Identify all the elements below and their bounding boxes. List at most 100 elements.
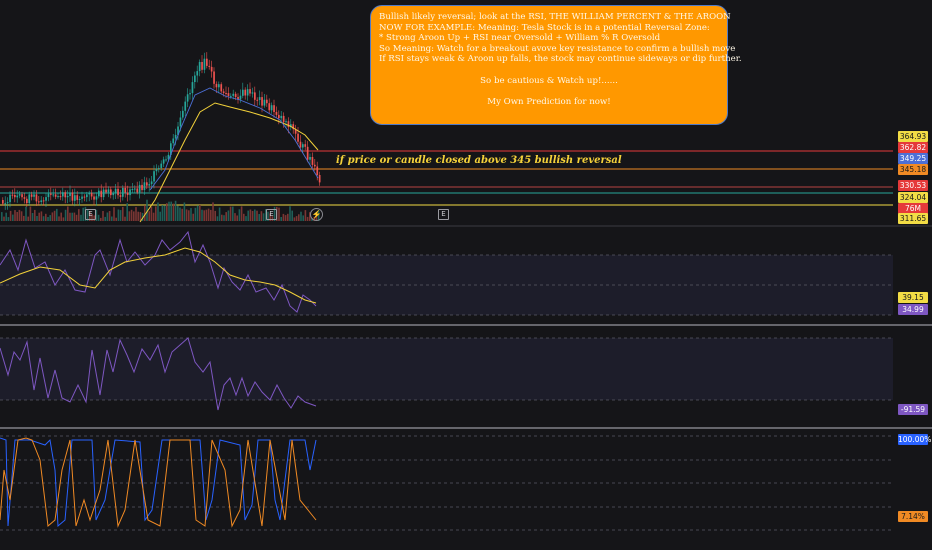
volume-bar bbox=[97, 214, 100, 221]
volume-bar bbox=[218, 207, 221, 221]
volume-bar bbox=[223, 215, 225, 221]
volume-bar bbox=[181, 208, 183, 221]
aroon-down-line bbox=[0, 437, 317, 528]
volume-bar bbox=[122, 206, 124, 221]
note-line: If RSI stays weak & Aroon up falls, the … bbox=[379, 54, 742, 65]
candle bbox=[78, 199, 81, 200]
candle bbox=[54, 194, 57, 197]
volume-bar bbox=[60, 212, 62, 221]
candle bbox=[100, 190, 103, 198]
volume-bar bbox=[67, 206, 69, 221]
volume-bar bbox=[113, 207, 115, 221]
candle bbox=[189, 93, 191, 95]
candle bbox=[318, 175, 321, 183]
candle bbox=[182, 110, 184, 118]
price-label: 345.18 bbox=[898, 164, 928, 175]
volume-bar bbox=[51, 212, 54, 221]
candle bbox=[2, 200, 4, 204]
candle bbox=[285, 121, 287, 123]
candle bbox=[162, 159, 165, 164]
aroon-up-label: 100.00% bbox=[898, 434, 932, 445]
candle bbox=[138, 184, 141, 193]
volume-bar bbox=[130, 209, 133, 221]
volume-bar bbox=[174, 200, 177, 221]
candle bbox=[172, 138, 175, 144]
candle bbox=[148, 184, 151, 186]
candle bbox=[266, 99, 268, 104]
candle bbox=[153, 171, 155, 182]
volume-bar bbox=[73, 212, 76, 221]
volume-bar bbox=[298, 214, 300, 221]
candle bbox=[184, 101, 187, 111]
volume-bar bbox=[172, 203, 175, 221]
volume-bar bbox=[295, 216, 298, 221]
volume-bar bbox=[16, 212, 18, 221]
volume-bar bbox=[278, 207, 280, 221]
volume-bar bbox=[282, 213, 285, 221]
analysis-note[interactable]: Bullish likely reversal; look at the RSI… bbox=[370, 5, 742, 125]
candle bbox=[194, 75, 196, 82]
candle bbox=[282, 115, 285, 123]
volume-bar bbox=[58, 216, 60, 221]
volume-bar bbox=[139, 212, 142, 221]
volume-bar bbox=[128, 211, 131, 221]
candle bbox=[186, 94, 189, 102]
candle bbox=[242, 89, 244, 96]
candle bbox=[191, 82, 194, 94]
candle bbox=[117, 188, 119, 196]
volume-bar bbox=[64, 209, 67, 221]
lightning-icon[interactable]: ⚡ bbox=[310, 208, 323, 221]
moving-average-line bbox=[149, 87, 319, 191]
earnings-marker[interactable]: E bbox=[438, 209, 449, 220]
volume-bar bbox=[201, 209, 203, 221]
volume-bar bbox=[14, 210, 16, 221]
candle bbox=[83, 196, 86, 198]
candle bbox=[93, 196, 95, 200]
volume-bar bbox=[42, 216, 45, 221]
candle bbox=[203, 58, 206, 70]
candle bbox=[40, 200, 43, 202]
volume-bar bbox=[260, 211, 263, 221]
volume-bar bbox=[152, 212, 155, 221]
volume-bar bbox=[25, 206, 27, 221]
candle bbox=[316, 166, 319, 175]
volume-bar bbox=[163, 205, 166, 221]
resistance-annotation[interactable]: if price or candle closed above 345 bull… bbox=[336, 155, 622, 166]
price-label: 311.65 bbox=[898, 213, 928, 224]
candle bbox=[38, 201, 40, 203]
candle bbox=[71, 192, 74, 201]
volume-bar bbox=[221, 214, 223, 221]
volume-bar bbox=[29, 206, 32, 221]
candle bbox=[227, 93, 230, 96]
volume-bar bbox=[293, 217, 296, 221]
candle bbox=[59, 196, 62, 198]
candle bbox=[62, 192, 64, 197]
candle bbox=[165, 159, 167, 161]
candle bbox=[278, 114, 280, 119]
candle bbox=[105, 189, 107, 193]
williams-r-band bbox=[0, 338, 893, 400]
candle bbox=[23, 197, 26, 199]
volume-bar bbox=[9, 210, 12, 221]
candle bbox=[234, 93, 237, 97]
price-label: 324.04 bbox=[898, 192, 928, 203]
candle bbox=[256, 99, 259, 101]
volume-bar bbox=[234, 213, 236, 221]
candle bbox=[45, 197, 47, 201]
candle bbox=[249, 89, 251, 94]
volume-bar bbox=[262, 213, 265, 221]
volume-bar bbox=[243, 213, 245, 221]
candle bbox=[215, 83, 218, 88]
earnings-marker[interactable]: E bbox=[266, 209, 277, 220]
volume-bar bbox=[216, 216, 219, 221]
candle bbox=[11, 194, 14, 196]
candle bbox=[9, 194, 11, 203]
candle bbox=[210, 66, 213, 72]
aroon-down-label: 7.14% bbox=[898, 511, 928, 522]
volume-bar bbox=[183, 202, 186, 221]
volume-bar bbox=[258, 214, 260, 221]
volume-bar bbox=[190, 208, 192, 221]
candle bbox=[254, 92, 256, 100]
earnings-marker[interactable]: E bbox=[85, 209, 96, 220]
volume-bar bbox=[254, 209, 256, 221]
